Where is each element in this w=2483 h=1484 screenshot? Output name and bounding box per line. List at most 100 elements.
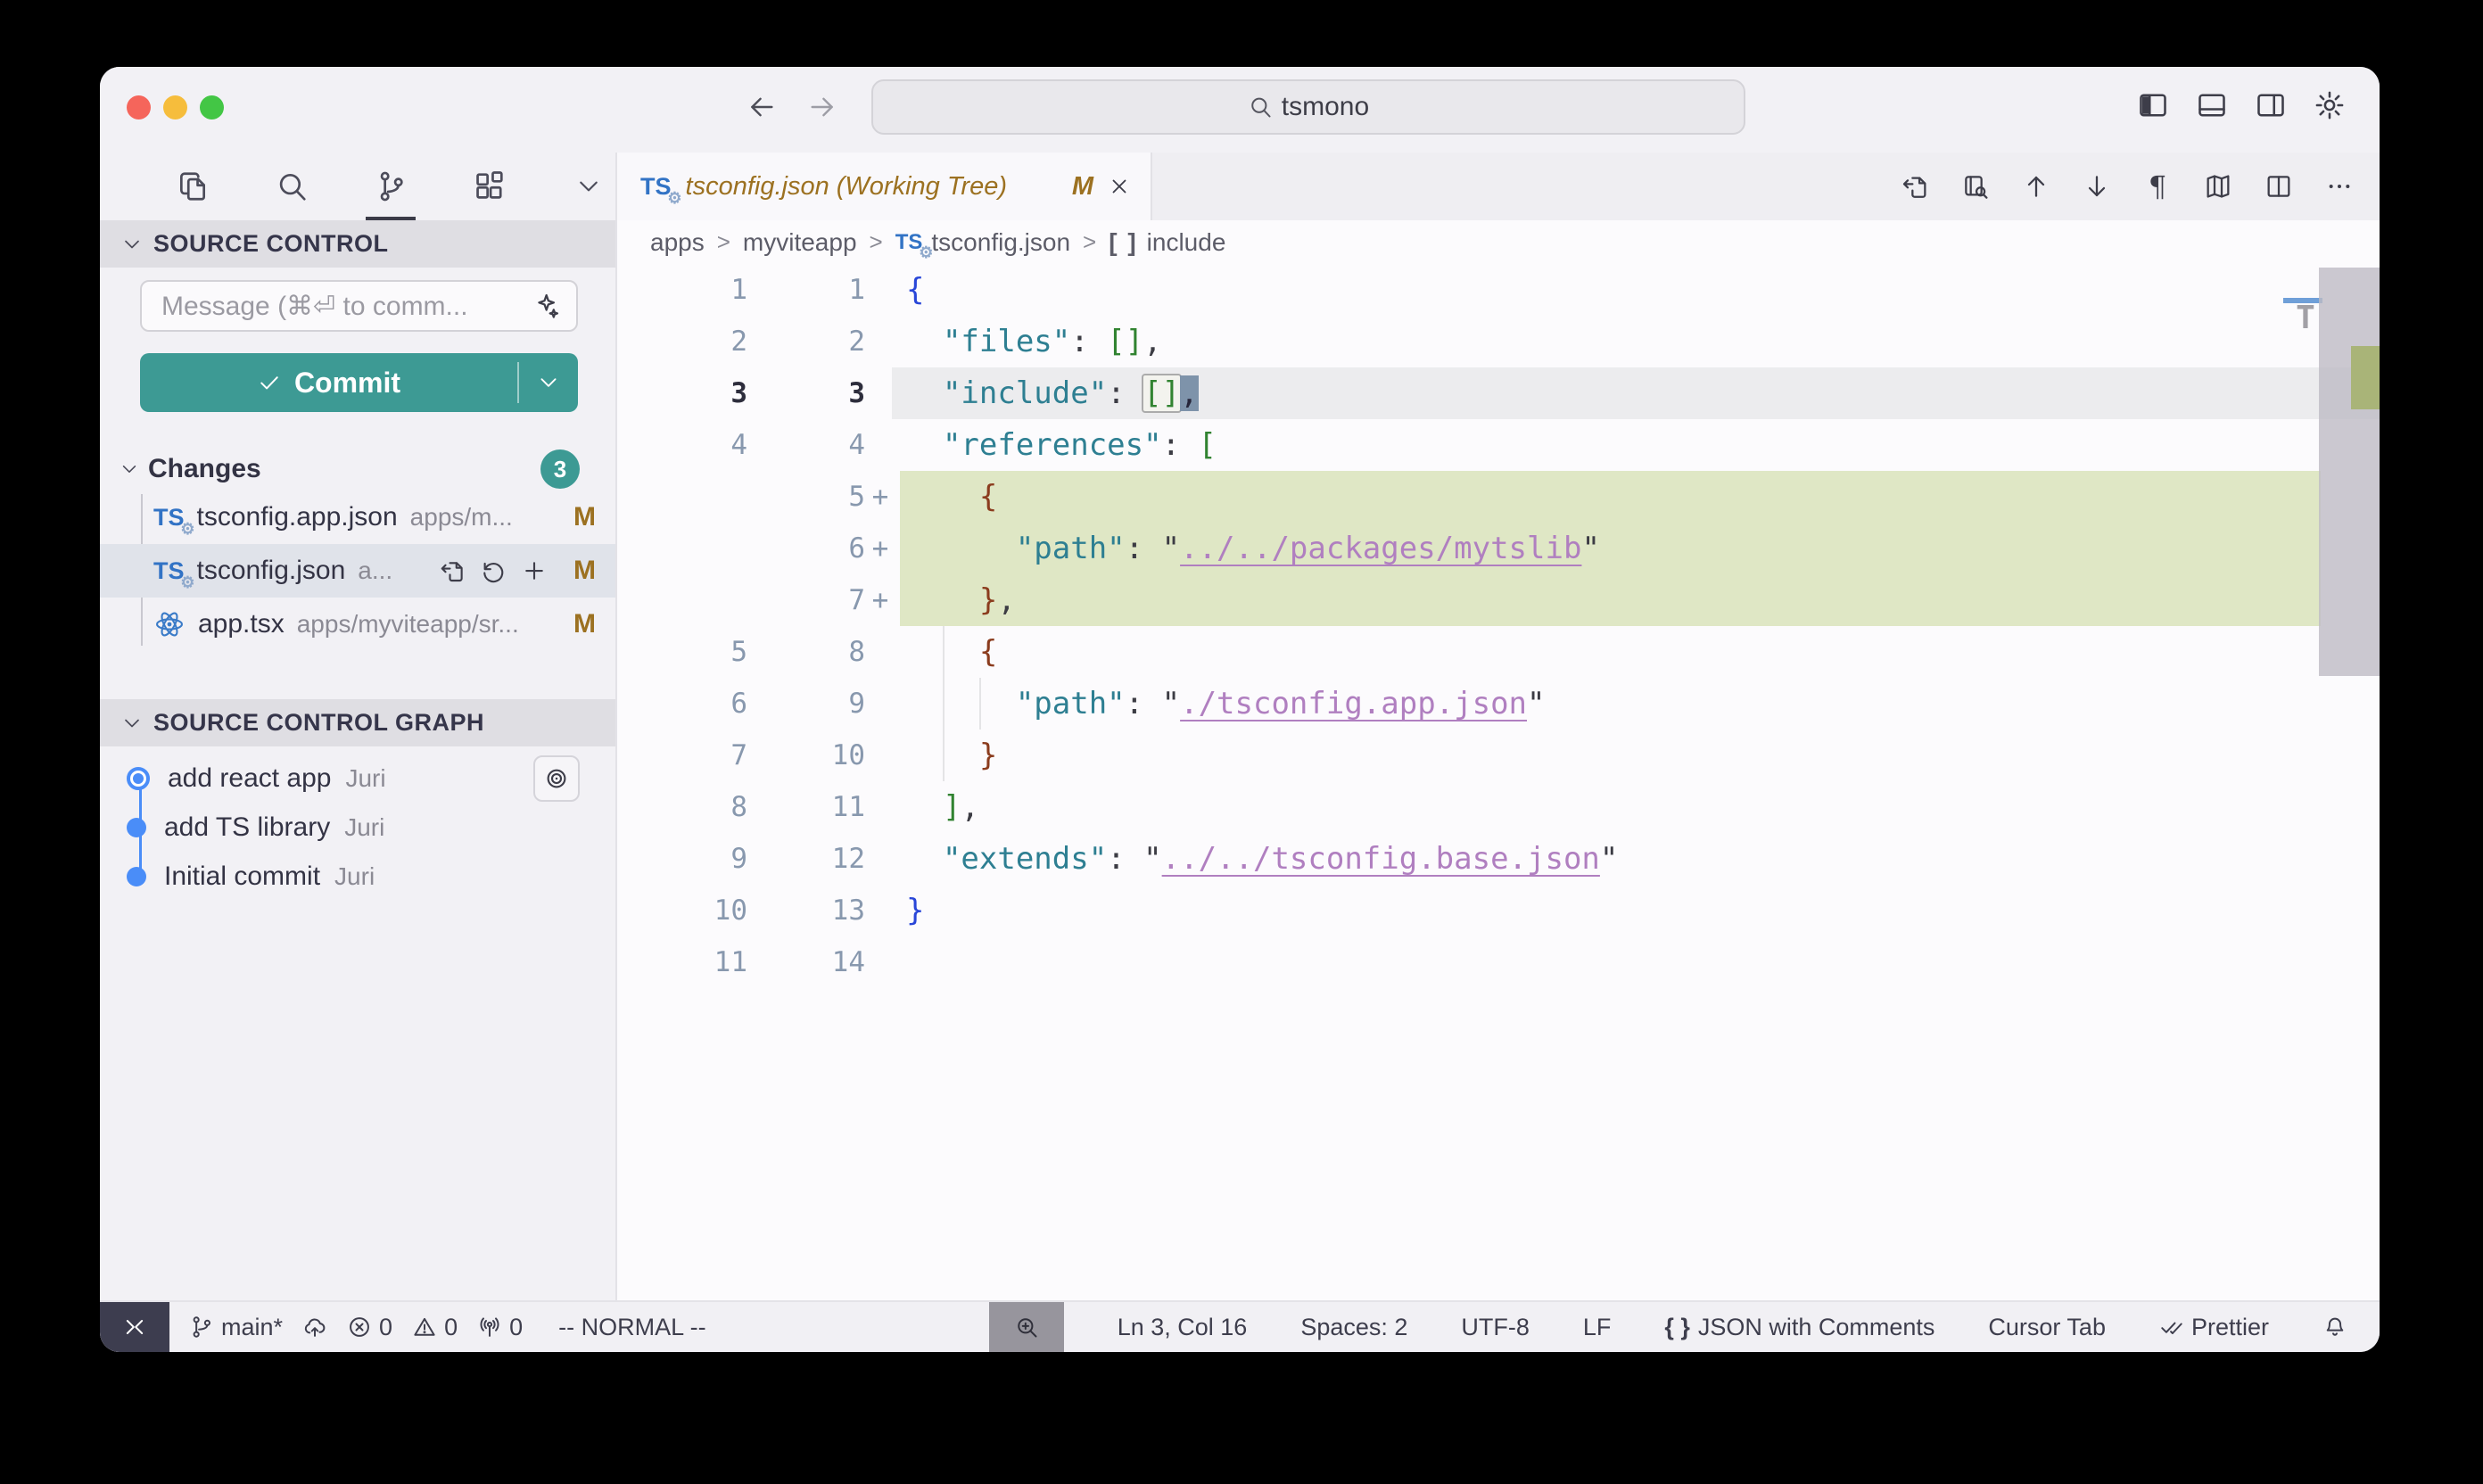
code-line[interactable]: 33 "include": [], [617,367,2380,419]
open-file-icon[interactable] [439,557,466,584]
previous-change-icon[interactable] [2019,167,2053,206]
commit-dropdown-button[interactable] [519,353,578,412]
vertical-scrollbar[interactable] [2319,268,2380,676]
breadcrumb-item-myviteapp[interactable]: myviteapp [743,228,857,257]
file-link[interactable]: ../../tsconfig.base.json [1162,841,1600,877]
code-token: , [1143,324,1161,359]
search-icon [275,169,309,203]
cursor-tab[interactable]: Cursor Tab [1988,1314,2106,1341]
cursor-position[interactable]: Ln 3, Col 16 [1118,1314,1248,1341]
changed-file-row[interactable]: TS⚙tsconfig.jsona...M [100,544,615,598]
added-line-highlight [900,471,2321,523]
breadcrumb-item-tsconfig.json[interactable]: TS⚙tsconfig.json [895,228,1070,257]
search-editor-icon[interactable] [1959,167,1992,206]
commit-message-input[interactable]: Message (⌘⏎ to comm... [140,280,578,332]
code-line[interactable]: 1013} [617,885,2380,936]
map-icon[interactable] [2201,167,2235,206]
code-line[interactable]: 811 ], [617,781,2380,833]
commit-message-placeholder: Message (⌘⏎ to comm... [161,291,532,322]
tsconfig-file-icon: TS⚙ [640,175,672,199]
tab-title: tsconfig.json (Working Tree) [686,172,1058,202]
vim-mode[interactable]: -- NORMAL -- [558,1314,705,1341]
forward-arrow-icon[interactable] [804,87,840,128]
maximize-window-button[interactable] [200,95,224,120]
code-line[interactable]: 44 "references": [ [617,419,2380,471]
code-token: , [997,582,1015,618]
code-line[interactable]: 6+ "path": "../../packages/mytslib" [617,523,2380,574]
array-symbol-icon: [ ] [1109,228,1137,257]
code-line[interactable]: 5+ { [617,471,2380,523]
encoding[interactable]: UTF-8 [1461,1314,1530,1341]
code-line[interactable]: 1114 [617,936,2380,988]
back-arrow-icon[interactable] [744,87,780,128]
eol[interactable]: LF [1583,1314,1612,1341]
activity-item-search[interactable] [265,158,318,215]
warnings-count[interactable]: 0 [412,1314,458,1341]
close-window-button[interactable] [127,95,151,120]
code-line[interactable]: 710 } [617,730,2380,781]
publish-changes[interactable] [302,1315,327,1340]
breadcrumb-item-apps[interactable]: apps [650,228,705,257]
formatter[interactable]: Prettier [2159,1314,2269,1341]
commit-row[interactable]: add TS libraryJuri [100,803,615,852]
changed-file-row[interactable]: TS⚙tsconfig.app.jsonapps/m...M [100,491,615,544]
more-actions-icon[interactable] [2322,167,2356,206]
commit-row[interactable]: Initial commitJuri [100,852,615,901]
errors-count[interactable]: 0 [347,1314,392,1341]
notifications-bell[interactable] [2322,1315,2347,1340]
commit-row[interactable]: add react appJuri [100,754,615,803]
source-control-graph-header[interactable]: SOURCE CONTROL GRAPH [100,699,615,746]
file-name: tsconfig.app.json [197,502,398,532]
code-line[interactable]: 912 "extends": "../../tsconfig.base.json… [617,833,2380,885]
tsconfig-file-icon: TS⚙ [895,232,923,253]
old-line-number: 8 [617,791,747,823]
next-change-icon[interactable] [2080,167,2114,206]
activity-item-explorer[interactable] [166,158,219,215]
old-line-number: 7 [617,739,747,771]
chevron-right-icon: > [717,228,730,256]
toggle-secondary-sidebar-icon[interactable] [2253,85,2289,126]
ports-count[interactable]: 0 [477,1314,523,1341]
indentation[interactable]: Spaces: 2 [1300,1314,1407,1341]
code-line[interactable]: 22 "files": [], [617,316,2380,367]
branch-status[interactable]: main* [189,1314,283,1341]
changed-file-row[interactable]: app.tsxapps/myviteapp/sr...M [100,598,615,651]
settings-gear-icon[interactable] [2312,85,2347,126]
file-link[interactable]: ./tsconfig.app.json [1180,686,1527,721]
activity-item-more-views[interactable] [563,158,615,215]
remote-indicator[interactable] [100,1302,169,1352]
activity-item-source-control[interactable] [364,158,417,215]
close-icon[interactable] [1108,175,1131,198]
render-whitespace-icon[interactable]: ¶ [2141,167,2174,206]
activity-item-extensions[interactable] [464,158,516,215]
split-editor-icon[interactable] [2262,167,2296,206]
code-line[interactable]: 69 "path": "./tsconfig.app.json" [617,678,2380,730]
added-plus-marker: + [865,584,895,616]
command-center-search[interactable]: tsmono [871,79,1745,135]
discard-icon[interactable] [480,557,507,584]
stage-icon[interactable] [521,557,548,584]
source-control-header[interactable]: SOURCE CONTROL [100,220,615,268]
toggle-primary-sidebar-icon[interactable] [2135,85,2171,126]
tab-tsconfig-working-tree[interactable]: TS⚙ tsconfig.json (Working Tree) M [617,153,1152,220]
goto-current-commit-button[interactable] [533,755,580,802]
old-line-number: 10 [617,895,747,927]
code-line[interactable]: 7+ }, [617,574,2380,626]
language-mode[interactable]: { }JSON with Comments [1664,1314,1934,1341]
chevron-down-icon [121,234,143,255]
new-line-number: 10 [747,739,865,771]
commit-button[interactable]: Commit [140,353,578,412]
sparkle-icon[interactable] [532,292,560,320]
source-control-icon [374,169,408,203]
changes-section-header[interactable]: Changes 3 [100,448,615,491]
breadcrumb-item-include[interactable]: [ ]include [1109,228,1225,257]
code-line[interactable]: 11{ [617,264,2380,316]
minimize-window-button[interactable] [163,95,187,120]
zoom-indicator[interactable] [989,1302,1064,1352]
open-file-icon[interactable] [1898,167,1932,206]
code-line[interactable]: 58 { [617,626,2380,678]
file-link[interactable]: ../../packages/mytslib [1180,531,1581,566]
toggle-panel-icon[interactable] [2194,85,2230,126]
code-editor[interactable]: 11{22 "files": [],33 "include": [],44 "r… [617,264,2380,1300]
changes-label: Changes [148,454,261,484]
